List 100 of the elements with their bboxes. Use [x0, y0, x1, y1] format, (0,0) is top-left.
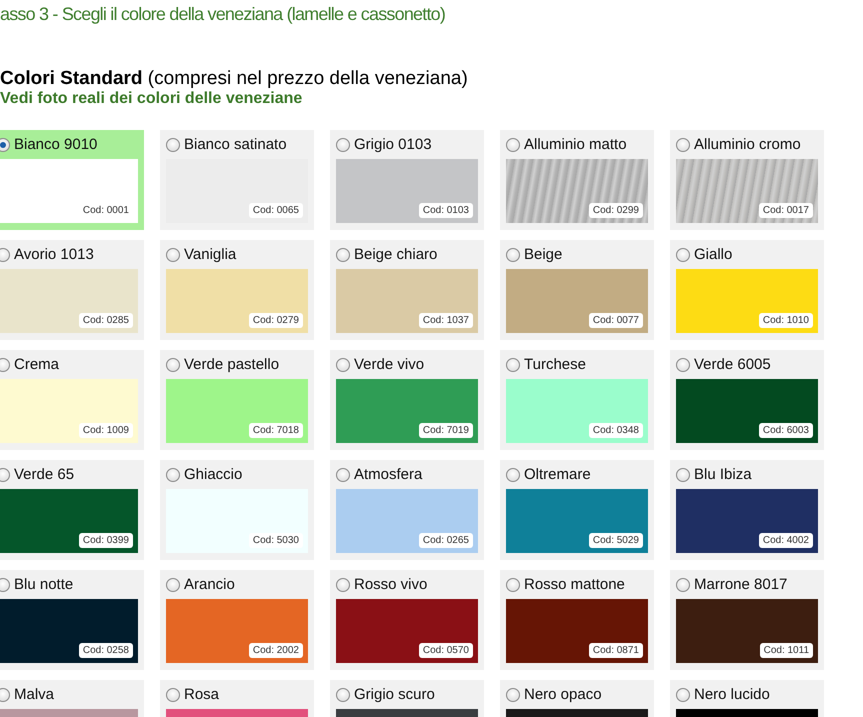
radio-button[interactable] — [506, 248, 520, 262]
radio-button[interactable] — [166, 688, 180, 702]
color-code: Cod: 0265 — [418, 533, 473, 548]
radio-button[interactable] — [676, 688, 690, 702]
color-code: Cod: 0065 — [248, 203, 303, 218]
radio-button[interactable] — [506, 138, 520, 152]
radio-button[interactable] — [0, 248, 10, 262]
color-name: Beige — [524, 246, 562, 263]
color-code: Cod: 4002 — [758, 533, 813, 548]
radio-button[interactable] — [336, 138, 350, 152]
color-option-card[interactable]: Marrone 8017 Cod: 1011 — [670, 570, 824, 670]
color-option-card[interactable]: Rosa — [160, 680, 314, 717]
radio-button[interactable] — [166, 578, 180, 592]
color-option-card[interactable]: Verde 65 Cod: 0399 — [0, 460, 144, 560]
radio-button[interactable] — [0, 358, 10, 372]
color-code: Cod: 0570 — [418, 643, 473, 658]
color-name: Giallo — [694, 246, 732, 263]
radio-button[interactable] — [336, 688, 350, 702]
color-option-card[interactable]: Crema Cod: 1009 — [0, 350, 144, 450]
color-name: Nero opaco — [524, 686, 602, 703]
radio-button[interactable] — [166, 468, 180, 482]
radio-button[interactable] — [166, 248, 180, 262]
color-name: Ghiaccio — [184, 466, 242, 483]
radio-button[interactable] — [0, 468, 10, 482]
color-option-card[interactable]: Blu Ibiza Cod: 4002 — [670, 460, 824, 560]
color-option-card[interactable]: Beige chiaro Cod: 1037 — [330, 240, 484, 340]
color-code: Cod: 0017 — [758, 203, 813, 218]
radio-button[interactable] — [676, 248, 690, 262]
color-option-card[interactable]: Rosso vivo Cod: 0570 — [330, 570, 484, 670]
radio-button[interactable] — [506, 468, 520, 482]
radio-button[interactable] — [166, 358, 180, 372]
color-option-card[interactable]: Vaniglia Cod: 0279 — [160, 240, 314, 340]
color-option-card[interactable]: Bianco 9010 Cod: 0001 — [0, 130, 144, 230]
color-option-card[interactable]: Turchese Cod: 0348 — [500, 350, 654, 450]
color-code: Cod: 7018 — [248, 423, 303, 438]
color-option-card[interactable]: Alluminio cromo Cod: 0017 — [670, 130, 824, 230]
color-option-card[interactable]: Atmosfera Cod: 0265 — [330, 460, 484, 560]
color-name: Avorio 1013 — [14, 246, 94, 263]
radio-button[interactable] — [676, 358, 690, 372]
color-name: Turchese — [524, 356, 586, 373]
color-code: Cod: 2002 — [248, 643, 303, 658]
color-code: Cod: 0399 — [78, 533, 133, 548]
color-code: Cod: 1009 — [78, 423, 133, 438]
radio-button[interactable] — [506, 578, 520, 592]
radio-button[interactable] — [506, 688, 520, 702]
photos-link[interactable]: Vedi foto reali dei colori delle veneziane — [0, 90, 302, 108]
color-option-card[interactable]: Giallo Cod: 1010 — [670, 240, 824, 340]
color-name: Bianco satinato — [184, 136, 287, 153]
color-name: Nero lucido — [694, 686, 770, 703]
color-name: Alluminio cromo — [694, 136, 801, 153]
color-option-card[interactable]: Beige Cod: 0077 — [500, 240, 654, 340]
color-name: Grigio scuro — [354, 686, 435, 703]
color-name: Vaniglia — [184, 246, 236, 263]
color-name: Blu notte — [14, 576, 74, 593]
color-option-card[interactable]: Malva — [0, 680, 144, 717]
color-code: Cod: 5030 — [248, 533, 303, 548]
color-code: Cod: 7019 — [418, 423, 473, 438]
radio-button[interactable] — [676, 138, 690, 152]
color-option-card[interactable]: Blu notte Cod: 0258 — [0, 570, 144, 670]
color-code: Cod: 0871 — [588, 643, 643, 658]
radio-button[interactable] — [336, 578, 350, 592]
color-option-card[interactable]: Grigio scuro — [330, 680, 484, 717]
radio-button[interactable] — [676, 468, 690, 482]
color-name: Blu Ibiza — [694, 466, 752, 483]
color-name: Verde vivo — [354, 356, 424, 373]
radio-button[interactable] — [0, 138, 10, 152]
color-code: Cod: 1010 — [758, 313, 813, 328]
radio-button[interactable] — [336, 358, 350, 372]
color-option-card[interactable]: Verde vivo Cod: 7019 — [330, 350, 484, 450]
color-code: Cod: 6003 — [758, 423, 813, 438]
color-code: Cod: 0348 — [588, 423, 643, 438]
color-name: Verde 65 — [14, 466, 74, 483]
radio-button[interactable] — [676, 578, 690, 592]
color-option-card[interactable]: Avorio 1013 Cod: 0285 — [0, 240, 144, 340]
color-option-card[interactable]: Oltremare Cod: 5029 — [500, 460, 654, 560]
color-option-card[interactable]: Bianco satinato Cod: 0065 — [160, 130, 314, 230]
color-option-card[interactable]: Ghiaccio Cod: 5030 — [160, 460, 314, 560]
color-option-card[interactable]: Rosso mattone Cod: 0871 — [500, 570, 654, 670]
radio-button[interactable] — [166, 138, 180, 152]
section-title: Colori Standard — [0, 68, 143, 89]
color-code: Cod: 0258 — [78, 643, 133, 658]
radio-button[interactable] — [0, 688, 10, 702]
step-title: asso 3 - Scegli il colore della veneziana (lamelle e cassonetto) — [0, 4, 446, 25]
color-option-card[interactable]: Nero opaco — [500, 680, 654, 717]
color-option-card[interactable]: Verde pastello Cod: 7018 — [160, 350, 314, 450]
color-name: Verde 6005 — [694, 356, 771, 373]
color-name: Verde pastello — [184, 356, 280, 373]
color-code: Cod: 0299 — [588, 203, 643, 218]
radio-button[interactable] — [506, 358, 520, 372]
color-option-card[interactable]: Nero lucido — [670, 680, 824, 717]
color-name: Alluminio matto — [524, 136, 627, 153]
color-option-card[interactable]: Verde 6005 Cod: 6003 — [670, 350, 824, 450]
radio-button[interactable] — [0, 578, 10, 592]
radio-button[interactable] — [336, 468, 350, 482]
radio-button[interactable] — [336, 248, 350, 262]
color-name: Crema — [14, 356, 60, 373]
color-option-card[interactable]: Grigio 0103 Cod: 0103 — [330, 130, 484, 230]
color-option-card[interactable]: Alluminio matto Cod: 0299 — [500, 130, 654, 230]
color-option-card[interactable]: Arancio Cod: 2002 — [160, 570, 314, 670]
color-code: Cod: 5029 — [588, 533, 643, 548]
